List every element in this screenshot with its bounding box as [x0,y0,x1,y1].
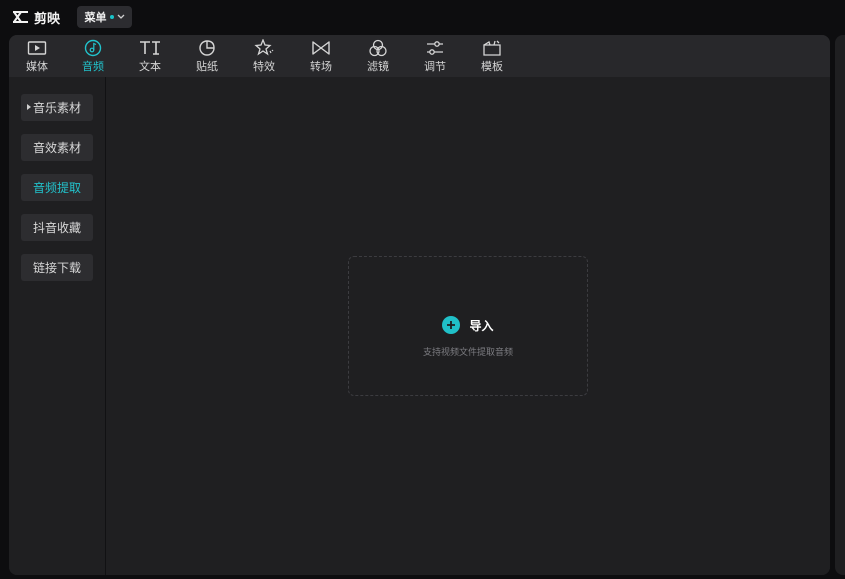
content-area: 导入 支持视频文件提取音频 [106,77,830,575]
tab-filter-label: 滤镜 [367,60,389,73]
tab-audio[interactable]: 音频 [65,35,121,77]
sidebar-item-label: 抖音收藏 [32,221,81,235]
transition-icon [312,41,330,55]
tab-media[interactable]: 媒体 [9,35,65,77]
audio-icon [84,39,102,57]
sidebar-item-link-download[interactable]: 链接下载 [21,254,93,281]
tab-adjust[interactable]: 调节 [407,35,463,77]
sidebar-item-label: 音频提取 [32,181,81,195]
tab-sticker-label: 贴纸 [196,60,218,73]
chevron-down-icon [117,14,124,19]
sticker-icon [199,40,215,56]
sidebar-item-douyin-favorites[interactable]: 抖音收藏 [21,214,93,241]
audio-category-sidebar: 音乐素材 音效素材 音频提取 抖音收藏 链接下载 [9,77,106,575]
tab-sticker[interactable]: 贴纸 [179,35,235,77]
tab-adjust-label: 调节 [424,60,446,73]
menu-label: 菜单 [84,11,107,24]
app-name: 剪映 [34,11,61,27]
title-bar: 剪映 菜单 [0,0,845,34]
tab-text[interactable]: 文本 [122,35,178,77]
expand-caret-icon[interactable] [27,104,31,110]
capcut-logo-icon [13,11,28,23]
tab-template-label: 模板 [481,60,503,73]
effects-icon [254,39,274,56]
sidebar-item-music[interactable]: 音乐素材 [21,94,93,121]
sidebar-item-label: 音乐素材 [32,101,81,115]
tab-audio-label: 音频 [82,60,104,73]
resource-panel: 媒体 音频 文本 贴纸 特效 转场 滤镜 调节 模板 音乐素材 音效素材 音频提… [9,35,830,575]
tab-effects-label: 特效 [253,60,275,73]
tab-effects[interactable]: 特效 [236,35,292,77]
filter-icon [369,39,387,57]
import-label: 导入 [469,318,494,333]
text-icon [140,41,160,55]
menu-button[interactable]: 菜单 [77,6,132,28]
adjust-icon [427,41,443,55]
plus-icon [442,316,461,334]
tab-transition[interactable]: 转场 [293,35,349,77]
tab-bar: 媒体 音频 文本 贴纸 特效 转场 滤镜 调节 模板 [9,35,830,77]
side-panel-edge [835,35,845,575]
tab-filter[interactable]: 滤镜 [350,35,406,77]
import-button[interactable]: 导入 [349,316,587,334]
media-icon [27,41,47,55]
import-dropzone[interactable]: 导入 支持视频文件提取音频 [348,256,588,396]
template-icon [483,40,501,56]
sidebar-item-label: 链接下载 [32,261,81,275]
sidebar-item-label: 音效素材 [32,141,81,155]
tab-text-label: 文本 [139,60,161,73]
tab-transition-label: 转场 [310,60,332,73]
notification-dot [109,15,114,19]
tab-template[interactable]: 模板 [464,35,520,77]
import-hint: 支持视频文件提取音频 [422,348,513,358]
sidebar-item-sound-effects[interactable]: 音效素材 [21,134,93,161]
tab-media-label: 媒体 [26,60,48,73]
sidebar-item-audio-extract[interactable]: 音频提取 [21,174,93,201]
app-logo: 剪映 [12,8,61,27]
